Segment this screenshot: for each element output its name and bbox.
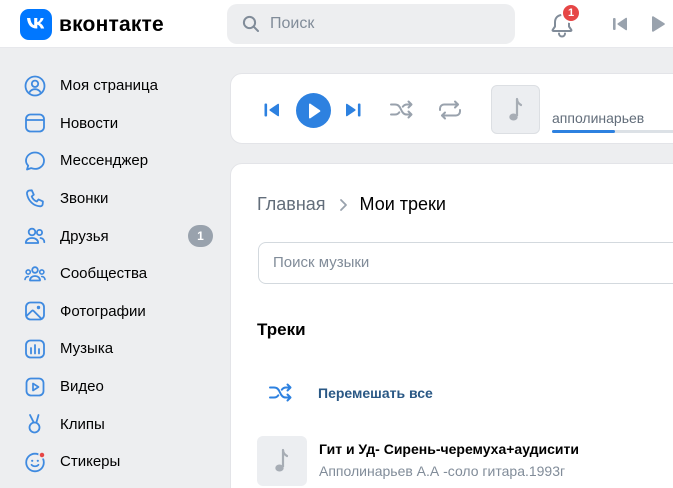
video-icon <box>23 375 47 399</box>
music-search[interactable] <box>258 242 673 284</box>
shuffle-all-button[interactable]: Перемешать все <box>268 383 433 403</box>
tracks-heading: Треки <box>257 320 306 339</box>
sidebar-item-label: Моя страница <box>60 77 158 95</box>
sidebar-item-photos[interactable]: Фотографии <box>0 293 230 331</box>
logo-text: вконтакте <box>59 12 164 36</box>
sidebar-item-label: Фотографии <box>60 302 146 320</box>
shuffle-icon[interactable] <box>389 100 415 120</box>
sidebar-item-clips[interactable]: Клипы <box>0 405 230 443</box>
previous-track-icon[interactable] <box>263 102 281 118</box>
sidebar-item-video[interactable]: Видео <box>0 368 230 406</box>
sidebar-item-label: Сообщества <box>60 265 148 283</box>
vk-logo-icon <box>20 9 52 40</box>
sidebar-item-label: Звонки <box>60 190 109 208</box>
sidebar-item-label: Мессенджер <box>60 152 149 170</box>
repeat-icon[interactable] <box>437 100 463 120</box>
breadcrumb-current: Мои треки <box>359 194 446 214</box>
music-search-input[interactable] <box>273 254 673 271</box>
play-button[interactable] <box>296 93 331 128</box>
friends-icon <box>23 224 47 248</box>
playback-progress-fill <box>552 130 615 133</box>
friends-count-badge: 1 <box>188 225 213 248</box>
shuffle-icon <box>269 383 292 402</box>
sidebar-item-calls[interactable]: Звонки <box>0 180 230 218</box>
chevron-right-icon <box>339 198 347 211</box>
left-nav: Моя страница Новости Мессенджер Звонки Д… <box>0 67 230 481</box>
vk-logo[interactable]: вконтакте <box>20 9 164 40</box>
stickers-icon <box>23 450 47 474</box>
music-note-icon <box>275 448 289 472</box>
sidebar-item-communities[interactable]: Сообщества <box>0 255 230 293</box>
playback-progress[interactable] <box>552 130 673 133</box>
shuffle-all-label: Перемешать все <box>318 385 433 401</box>
sidebar-item-friends[interactable]: Друзья 1 <box>0 217 230 255</box>
track-cover[interactable] <box>257 436 307 486</box>
sidebar-item-label: Видео <box>60 378 104 396</box>
player-artist[interactable]: апполинарьев <box>552 110 644 126</box>
sidebar-item-music[interactable]: Музыка <box>0 330 230 368</box>
search-icon <box>242 15 259 32</box>
sidebar-item-stickers[interactable]: Стикеры <box>0 443 230 481</box>
phone-icon <box>23 187 47 211</box>
sidebar-item-my-page[interactable]: Моя страница <box>0 67 230 105</box>
track-cover <box>491 85 540 134</box>
sidebar-item-label: Новости <box>60 114 119 132</box>
breadcrumb-home[interactable]: Главная <box>257 194 326 215</box>
track-artist[interactable]: Апполинарьев А.А -соло гитара.1993г <box>319 463 565 479</box>
communities-icon <box>23 262 47 286</box>
sidebar-item-label: Музыка <box>60 340 114 358</box>
next-track-icon[interactable] <box>344 102 362 118</box>
play-icon <box>308 103 320 118</box>
music-page: Главная Мои треки Треки Перемешать все Г… <box>230 163 673 488</box>
clips-icon <box>23 412 47 436</box>
photos-icon <box>23 299 47 323</box>
track-title: Гит и Уд- Сирень-черемуха+аудисити <box>319 441 579 457</box>
sidebar-item-news[interactable]: Новости <box>0 105 230 143</box>
global-search[interactable] <box>227 4 515 44</box>
sidebar-item-messenger[interactable]: Мессенджер <box>0 142 230 180</box>
notification-badge: 1 <box>561 3 581 23</box>
top-bar: вконтакте 1 <box>0 0 673 48</box>
track-row[interactable]: Гит и Уд- Сирень-черемуха+аудисити Аппол… <box>257 436 673 488</box>
sidebar-item-label: Клипы <box>60 415 105 433</box>
news-icon <box>23 111 47 135</box>
sidebar-item-label: Стикеры <box>60 453 121 471</box>
search-input[interactable] <box>270 15 490 33</box>
message-icon <box>23 149 47 173</box>
header-play-icon[interactable] <box>649 15 667 33</box>
audio-player: апполинарьев <box>230 73 673 144</box>
music-note-icon <box>508 97 522 120</box>
user-circle-icon <box>23 74 47 98</box>
header-previous-track-icon[interactable] <box>611 16 629 32</box>
breadcrumb: Главная Мои треки <box>257 194 446 215</box>
sidebar-item-label: Друзья <box>60 227 109 245</box>
music-icon <box>23 337 47 361</box>
